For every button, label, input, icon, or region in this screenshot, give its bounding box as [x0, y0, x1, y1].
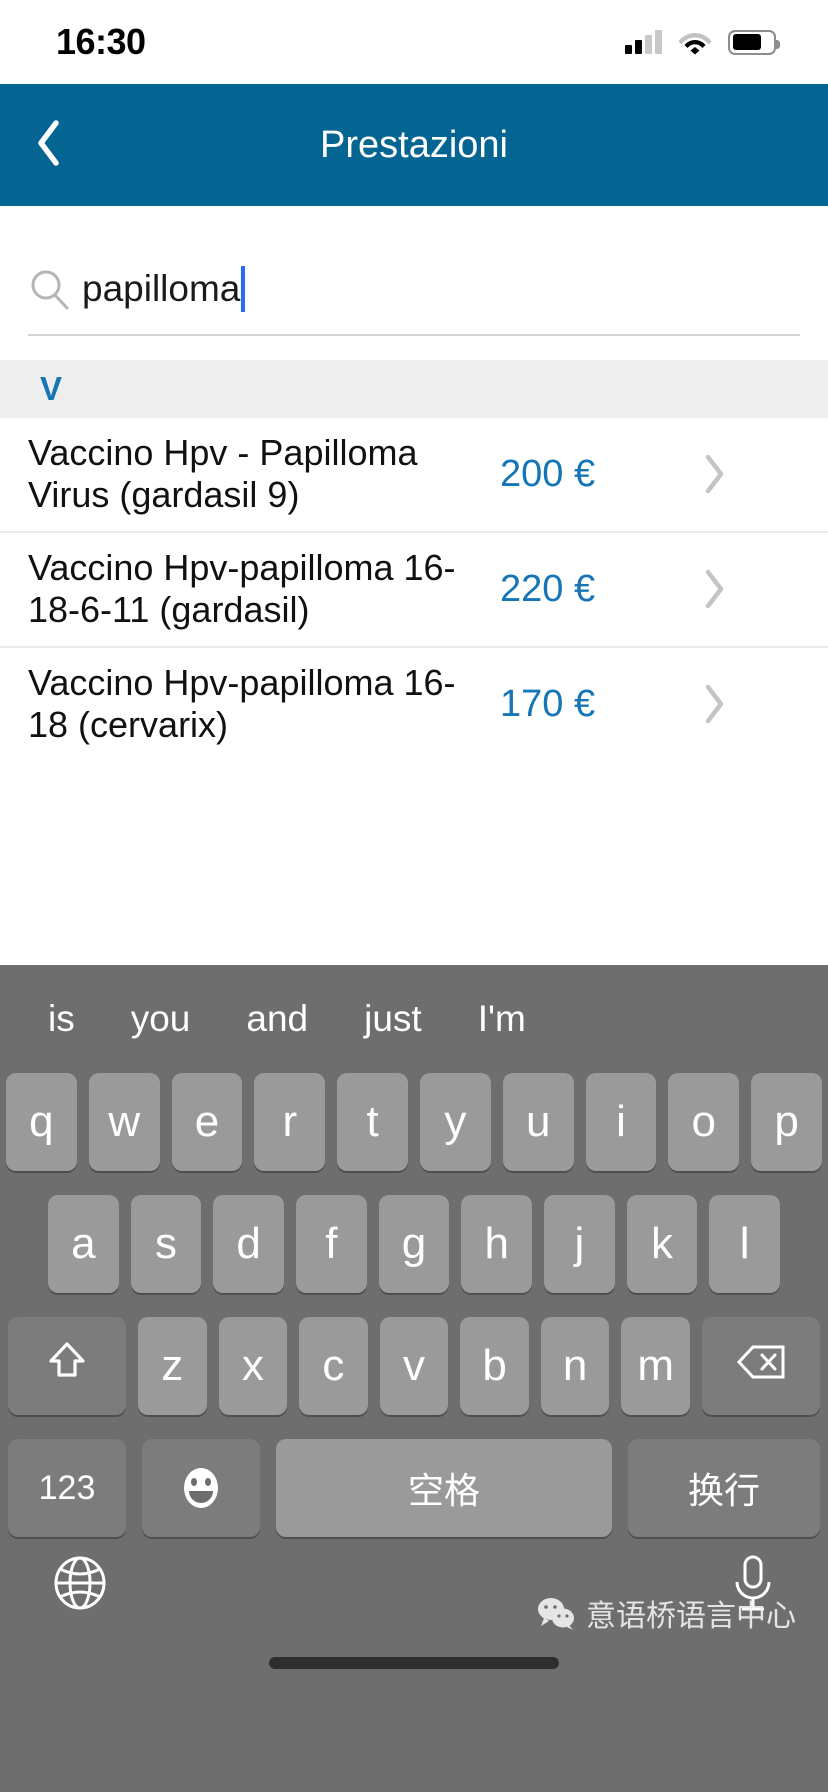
status-bar-icons	[625, 29, 780, 55]
key-i[interactable]: i	[585, 1073, 657, 1171]
key-v[interactable]: v	[379, 1317, 449, 1415]
suggestion-item[interactable]: just	[336, 998, 450, 1040]
key-u[interactable]: u	[502, 1073, 574, 1171]
chevron-right-icon[interactable]	[680, 569, 750, 609]
section-header: V	[0, 360, 828, 418]
search-icon	[28, 267, 82, 311]
wechat-icon	[536, 1596, 576, 1630]
section-header-letter: V	[40, 370, 63, 407]
numeric-mode-key[interactable]: 123	[8, 1439, 126, 1537]
key-x[interactable]: x	[218, 1317, 288, 1415]
results-list: Vaccino Hpv - Papilloma Virus (gardasil …	[0, 418, 828, 761]
suggestion-item[interactable]: and	[218, 998, 336, 1040]
search-input-value: papilloma	[82, 268, 241, 309]
key-y[interactable]: y	[420, 1073, 491, 1171]
chevron-right-icon[interactable]	[680, 684, 750, 724]
key-f[interactable]: f	[296, 1195, 367, 1293]
status-bar: 16:30	[0, 0, 828, 84]
row-price: 200 €	[500, 452, 596, 495]
wifi-icon	[678, 30, 712, 55]
row-title: Vaccino Hpv-papilloma 16-18 (cervarix)	[28, 661, 456, 746]
keyboard-row-1: q w e r t y u i o p	[0, 1073, 828, 1171]
key-o[interactable]: o	[668, 1073, 740, 1171]
table-row[interactable]: Vaccino Hpv-papilloma 16-18 (cervarix) 1…	[0, 648, 828, 761]
suggestion-bar: is you and just I'm	[0, 965, 828, 1073]
shift-key[interactable]	[7, 1317, 126, 1415]
key-k[interactable]: k	[626, 1195, 698, 1293]
shift-arrow-icon	[45, 1339, 89, 1394]
key-t[interactable]: t	[337, 1073, 408, 1171]
key-q[interactable]: q	[6, 1073, 77, 1171]
key-z[interactable]: z	[137, 1317, 207, 1415]
battery-icon	[728, 29, 780, 55]
search-bar[interactable]: papilloma	[0, 244, 828, 334]
key-a[interactable]: a	[47, 1195, 119, 1293]
home-indicator[interactable]	[269, 1657, 559, 1669]
suggestion-item[interactable]: you	[103, 998, 219, 1040]
key-l[interactable]: l	[709, 1195, 781, 1293]
status-bar-time: 16:30	[56, 21, 146, 62]
table-row[interactable]: Vaccino Hpv-papilloma 16-18-6-11 (gardas…	[0, 533, 828, 648]
row-title: Vaccino Hpv - Papilloma Virus (gardasil …	[28, 432, 418, 516]
suggestion-item[interactable]: is	[20, 998, 103, 1040]
emoji-smiley-icon	[176, 1463, 226, 1513]
emoji-key[interactable]	[142, 1439, 260, 1537]
key-d[interactable]: d	[213, 1195, 284, 1293]
key-g[interactable]: g	[378, 1195, 450, 1293]
keyboard-row-4: 123 空格 换行	[0, 1439, 828, 1537]
space-key[interactable]: 空格	[276, 1439, 612, 1537]
search-input[interactable]: papilloma	[82, 266, 800, 312]
return-key[interactable]: 换行	[628, 1439, 820, 1537]
key-r[interactable]: r	[254, 1073, 326, 1171]
table-row[interactable]: Vaccino Hpv - Papilloma Virus (gardasil …	[0, 418, 828, 533]
row-title: Vaccino Hpv-papilloma 16-18-6-11 (gardas…	[28, 546, 456, 631]
suggestion-item[interactable]: I'm	[450, 998, 554, 1040]
key-e[interactable]: e	[171, 1073, 243, 1171]
wechat-watermark: 意语桥语言中心	[536, 1591, 796, 1635]
chevron-left-icon	[35, 119, 61, 171]
key-c[interactable]: c	[299, 1317, 368, 1415]
globe-icon[interactable]	[54, 1555, 106, 1611]
key-p[interactable]: p	[751, 1073, 822, 1171]
row-price: 220 €	[500, 567, 596, 610]
key-m[interactable]: m	[621, 1317, 691, 1415]
key-h[interactable]: h	[461, 1195, 533, 1293]
text-cursor	[241, 266, 246, 312]
key-b[interactable]: b	[460, 1317, 529, 1415]
backspace-key[interactable]	[702, 1317, 821, 1415]
key-j[interactable]: j	[544, 1195, 615, 1293]
navigation-bar: Prestazioni	[0, 84, 828, 206]
key-s[interactable]: s	[130, 1195, 202, 1293]
row-price: 170 €	[500, 682, 596, 725]
chevron-right-icon[interactable]	[680, 454, 750, 494]
page-title: Prestazioni	[320, 123, 508, 166]
key-w[interactable]: w	[88, 1073, 160, 1171]
keyboard-row-3: z x c v b n m	[0, 1317, 828, 1415]
key-n[interactable]: n	[540, 1317, 610, 1415]
keyboard-bottom-bar: 意语桥语言中心	[0, 1537, 828, 1687]
keyboard-row-2: a s d f g h j k l	[0, 1195, 828, 1293]
wechat-watermark-text: 意语桥语言中心	[586, 1600, 796, 1633]
on-screen-keyboard: is you and just I'm q w e r t y u i o p …	[0, 965, 828, 1792]
backspace-icon	[736, 1341, 786, 1391]
search-divider	[28, 334, 800, 336]
signal-bars-icon	[625, 30, 662, 54]
back-button[interactable]	[0, 84, 96, 206]
